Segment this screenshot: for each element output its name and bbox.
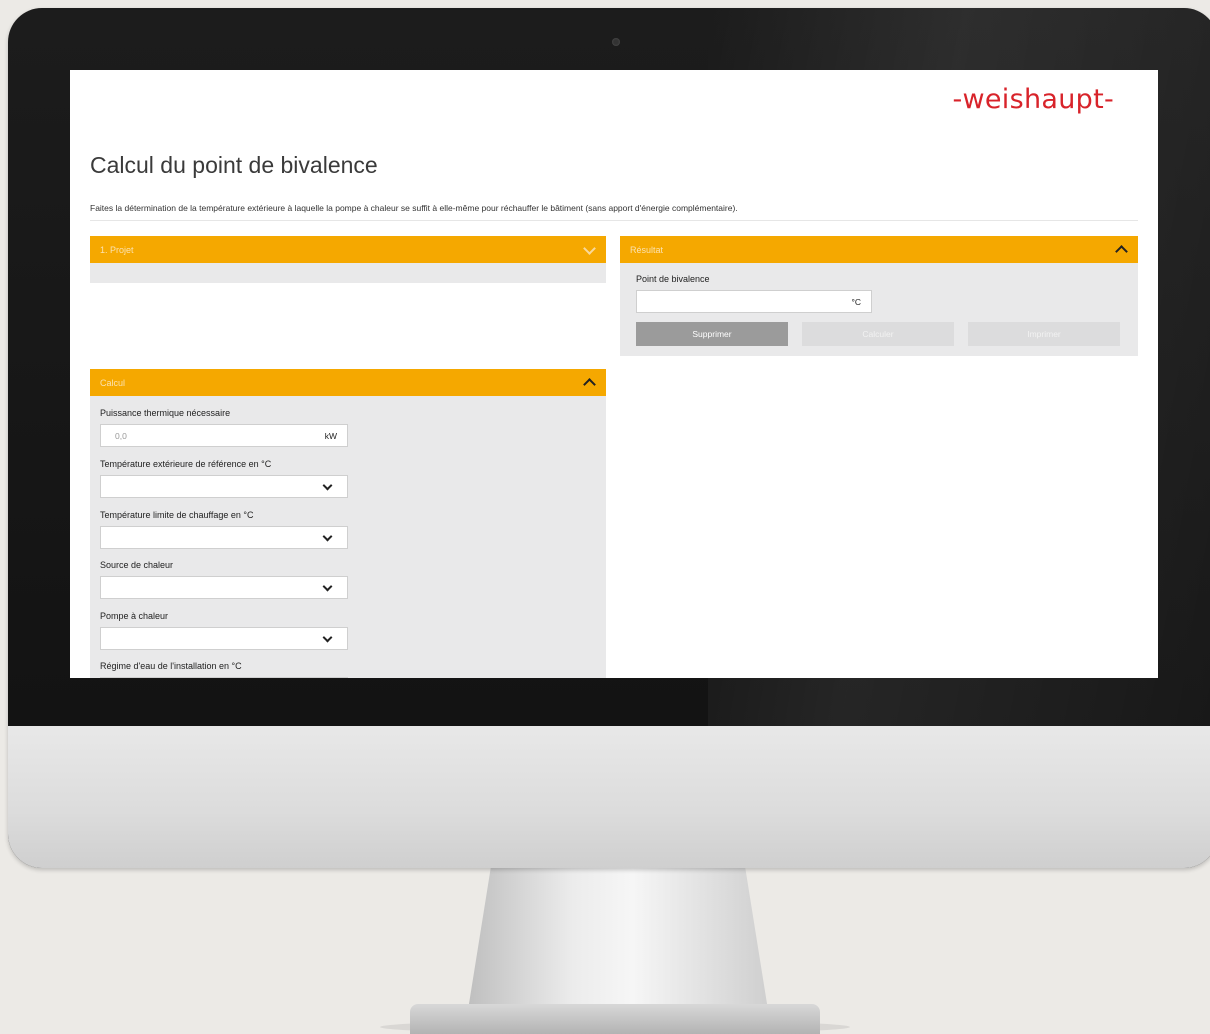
- resultat-panel-title: Résultat: [630, 244, 664, 255]
- bivalence-point-field: °C: [636, 290, 872, 313]
- monitor-chin: [8, 726, 1210, 868]
- monitor-stand-base: [410, 1004, 820, 1034]
- heating-limit-temp-select[interactable]: [100, 526, 348, 549]
- calculate-button[interactable]: Calculer: [802, 322, 954, 346]
- projet-panel: 1. Projet: [90, 236, 606, 283]
- bivalence-point-label: Point de bivalence: [636, 274, 710, 284]
- weishaupt-logo[interactable]: -weishaupt-: [952, 84, 1114, 115]
- resultat-panel: Résultat Point de bivalence °C Supprimer…: [620, 236, 1138, 356]
- heat-load-unit: kW: [324, 430, 337, 441]
- heat-source-select[interactable]: [100, 576, 348, 599]
- chevron-down-icon: [322, 632, 333, 643]
- print-button[interactable]: Imprimer: [968, 322, 1120, 346]
- heat-load-placeholder: 0,0: [115, 430, 127, 441]
- heat-pump-select[interactable]: [100, 627, 348, 650]
- heat-source-label: Source de chaleur: [100, 560, 174, 570]
- chevron-up-icon[interactable]: [583, 378, 596, 391]
- bivalence-point-unit: °C: [851, 296, 861, 307]
- resultat-panel-header[interactable]: Résultat: [620, 236, 1138, 263]
- page-intro: Faites la détermination de la températur…: [90, 203, 738, 213]
- projet-panel-title: 1. Projet: [100, 244, 134, 255]
- heat-pump-label: Pompe à chaleur: [100, 611, 169, 621]
- page-title: Calcul du point de bivalence: [90, 152, 378, 178]
- calcul-panel: Calcul Puissance thermique nécessaire 0,…: [90, 369, 606, 678]
- calcul-panel-header[interactable]: Calcul: [90, 369, 606, 396]
- outdoor-ref-temp-label: Température extérieure de référence en °…: [100, 459, 272, 469]
- monitor-stand: [468, 860, 768, 1010]
- outdoor-ref-temp-select[interactable]: [100, 475, 348, 498]
- camera-icon: [612, 38, 620, 46]
- chevron-down-icon[interactable]: [583, 241, 596, 255]
- delete-button[interactable]: Supprimer: [636, 322, 788, 346]
- app-screen: -weishaupt- Calcul du point de bivalence…: [70, 70, 1158, 678]
- water-regime-select[interactable]: [100, 677, 348, 678]
- divider: [90, 220, 1138, 221]
- projet-panel-header[interactable]: 1. Projet: [90, 236, 606, 263]
- calcul-panel-title: Calcul: [100, 377, 126, 388]
- chevron-up-icon[interactable]: [1115, 245, 1128, 258]
- water-regime-label: Régime d'eau de l'installation en °C: [100, 661, 242, 671]
- chevron-down-icon: [322, 581, 333, 592]
- heating-limit-temp-label: Température limite de chauffage en °C: [100, 510, 254, 520]
- heat-load-input[interactable]: 0,0 kW: [100, 424, 348, 447]
- chevron-down-icon: [322, 480, 333, 491]
- chevron-down-icon: [322, 531, 333, 542]
- heat-load-label: Puissance thermique nécessaire: [100, 408, 231, 418]
